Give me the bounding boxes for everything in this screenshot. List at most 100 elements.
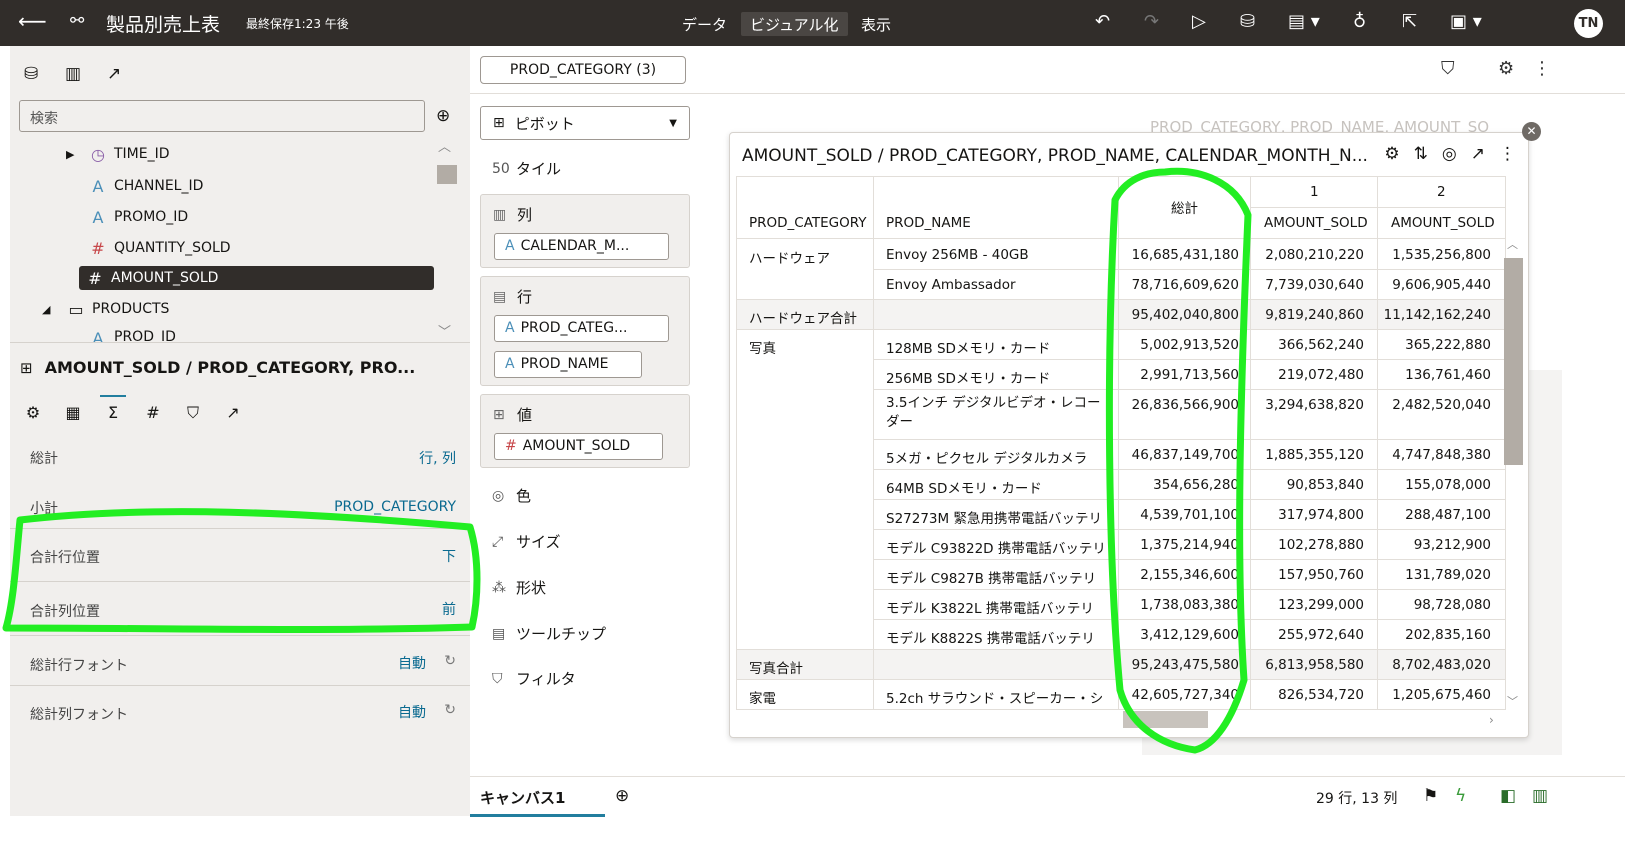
tree-item-promo-id[interactable]: A PROMO_ID — [88, 205, 189, 229]
row-month-1: 2,080,210,220 — [1265, 247, 1364, 263]
general-settings-icon[interactable]: ⚙ — [22, 403, 44, 423]
close-icon[interactable]: ✕ — [1522, 122, 1541, 141]
viz-type-select[interactable]: ⊞ ピボット ▼ — [480, 106, 690, 140]
tooltip-icon: ▤ — [492, 625, 506, 642]
prop-total-column-position[interactable]: 合計列位置前 — [10, 601, 470, 631]
tree-item-amount-sold[interactable]: # AMOUNT_SOLD — [79, 266, 434, 290]
export-icon[interactable]: ⇱ — [1402, 11, 1417, 32]
tree-item-quantity-sold[interactable]: # QUANTITY_SOLD — [88, 236, 230, 260]
undo-icon[interactable]: ↶ — [1095, 11, 1110, 32]
divider — [10, 581, 470, 582]
header-month-1: 1 — [1310, 184, 1319, 200]
row-month-1: 123,299,000 — [1278, 597, 1364, 613]
more-options-icon[interactable]: ⋮ — [1499, 144, 1516, 164]
row-divider — [873, 359, 1505, 360]
tab-present[interactable]: 表示 — [852, 12, 900, 36]
paint-icon[interactable]: ⚑ — [1423, 786, 1438, 806]
prop-grand-total-column-font[interactable]: 総計列フォント 自動 ↻ — [10, 702, 470, 734]
filter-icon[interactable]: ⛉ — [182, 403, 204, 423]
rows-pill-name[interactable]: A PROD_NAME — [494, 351, 642, 378]
columns-dropzone[interactable]: ▥ 列 A CALENDAR_M... — [480, 194, 690, 268]
vertical-scrollbar-thumb[interactable] — [1504, 258, 1523, 465]
row-month-2: 288,487,100 — [1405, 507, 1491, 523]
grammar-tile[interactable]: 50 タイル — [492, 158, 561, 179]
grammar-shape[interactable]: ⁂ 形状 — [492, 577, 546, 598]
row-product-name: モデル K8822S 携帯電話バッテリ — [886, 631, 1095, 647]
target-icon[interactable]: ◎ — [1442, 144, 1457, 164]
prop-grand-total-row-font[interactable]: 総計行フォント 自動 ↻ — [10, 653, 470, 685]
scroll-up-icon[interactable]: ︿ — [1507, 236, 1518, 252]
reset-icon[interactable]: ↻ — [444, 653, 456, 669]
number-format-icon[interactable]: # — [142, 403, 164, 423]
grid-icon[interactable]: ▦ — [62, 403, 84, 423]
tree-item-prod-id[interactable]: A PROD_ID — [88, 329, 176, 343]
analytics-icon[interactable]: ↗ — [222, 403, 244, 423]
comment-menu-icon[interactable]: ▤ ▾ — [1288, 11, 1320, 32]
scroll-up-icon[interactable]: ︿ — [438, 136, 451, 155]
pivot-visualization[interactable]: AMOUNT_SOLD / PROD_CATEGORY, PROD_NAME, … — [729, 132, 1529, 738]
rows-pill-category[interactable]: A PROD_CATEG... — [494, 315, 669, 342]
scroll-down-icon[interactable]: ﹀ — [438, 321, 451, 340]
rows-dropzone[interactable]: ▤ 行 A PROD_CATEG... A PROD_NAME — [480, 276, 690, 386]
row-product-name: モデル C93822D 携帯電話バッテリ — [886, 541, 1106, 557]
collapse-icon[interactable]: ◢ — [42, 303, 66, 316]
grammar-color[interactable]: ◎ 色 — [492, 485, 531, 506]
filter-chip[interactable]: PROD_CATEGORY (3) — [480, 56, 686, 84]
expand-icon[interactable]: ▶ — [66, 148, 88, 161]
tree-item-channel-id[interactable]: A CHANNEL_ID — [88, 174, 204, 198]
tree-item-time-id[interactable]: ▶ ◷ TIME_ID — [66, 142, 170, 166]
scroll-down-icon[interactable]: ﹀ — [1507, 693, 1518, 709]
prop-total-row-position[interactable]: 合計行位置下 — [10, 547, 470, 577]
canvas-tab[interactable]: キャンバス1 — [480, 787, 565, 808]
horizontal-scrollbar-thumb[interactable] — [1123, 711, 1208, 728]
refresh-data-icon[interactable]: ⛁ — [1240, 11, 1255, 32]
save-menu-icon[interactable]: ▣ ▾ — [1450, 11, 1482, 32]
row-month-1: 1,885,355,120 — [1265, 447, 1364, 463]
avatar[interactable]: TN — [1574, 9, 1603, 38]
palette-icon: ◎ — [492, 487, 505, 504]
columns-header: ▥ 列 — [493, 206, 533, 224]
redo-icon[interactable]: ↷ — [1144, 11, 1159, 32]
tab-data[interactable]: データ — [673, 12, 736, 36]
values-dropzone[interactable]: ⊞ 値 # AMOUNT_SOLD — [480, 394, 690, 468]
workbook-icon: ⚯ — [70, 11, 85, 31]
data-icon[interactable]: ⛁ — [24, 64, 38, 84]
add-icon[interactable]: ⊕ — [436, 106, 450, 126]
visualizations-icon[interactable]: ▥ — [65, 64, 81, 84]
play-icon[interactable]: ▷ — [1192, 11, 1206, 32]
scrollbar-thumb[interactable] — [437, 165, 457, 184]
row-column-count: 29 行, 13 列 — [1316, 791, 1398, 807]
sort-icon[interactable]: ⇅ — [1414, 144, 1428, 164]
totals-sigma-icon[interactable]: Σ — [100, 395, 126, 423]
header-amount-sold-2: AMOUNT_SOLD — [1391, 215, 1495, 231]
scroll-right-icon[interactable]: › — [1489, 713, 1494, 727]
canvas-settings-icon[interactable]: ⚙ — [1498, 58, 1514, 79]
prop-subtotal[interactable]: 小計 PROD_CATEGORY — [10, 498, 470, 528]
back-arrow-icon[interactable]: ⟵ — [18, 9, 47, 33]
reset-icon[interactable]: ↻ — [444, 702, 456, 718]
divider — [470, 93, 1625, 94]
analytics-icon[interactable]: ↗ — [107, 64, 121, 84]
add-canvas-icon[interactable]: ⊕ — [615, 786, 629, 806]
columns-pill[interactable]: A CALENDAR_M... — [494, 233, 669, 260]
viz-settings-icon[interactable]: ⚙ — [1384, 144, 1399, 164]
values-pill[interactable]: # AMOUNT_SOLD — [494, 433, 663, 460]
prop-grand-total[interactable]: 総計 行, 列 — [10, 448, 470, 496]
grammar-filter[interactable]: ⛉ フィルタ — [492, 668, 576, 689]
tree-item-products[interactable]: ◢ ▭ PRODUCTS — [42, 297, 169, 321]
left-panel-icon[interactable]: ◧ — [1500, 786, 1516, 806]
row-category: ハードウェア合計 — [749, 311, 857, 327]
grammar-size[interactable]: ⤢ サイズ — [492, 531, 561, 552]
tab-visualize[interactable]: ビジュアル化 — [741, 12, 848, 36]
auto-apply-icon[interactable]: ϟ — [1455, 786, 1466, 806]
search-input[interactable]: 検索 — [19, 100, 425, 132]
right-panel-icon[interactable]: ▥ — [1532, 786, 1548, 806]
insights-icon[interactable]: ♁ — [1353, 11, 1366, 32]
chart-options-icon[interactable]: ↗ — [1471, 144, 1485, 164]
top-bar: ⟵ ⚯ 製品別売上表 最終保存1:23 午後 データ ビジュアル化 表示 ↶ ↷… — [0, 0, 1625, 46]
tile-icon: 50 — [492, 160, 510, 177]
grammar-tooltip[interactable]: ▤ ツールチップ — [492, 623, 606, 644]
row-divider — [873, 439, 1505, 440]
filter-toggle-icon[interactable]: ⛉ — [1441, 58, 1455, 79]
more-options-icon[interactable]: ⋮ — [1533, 58, 1551, 79]
